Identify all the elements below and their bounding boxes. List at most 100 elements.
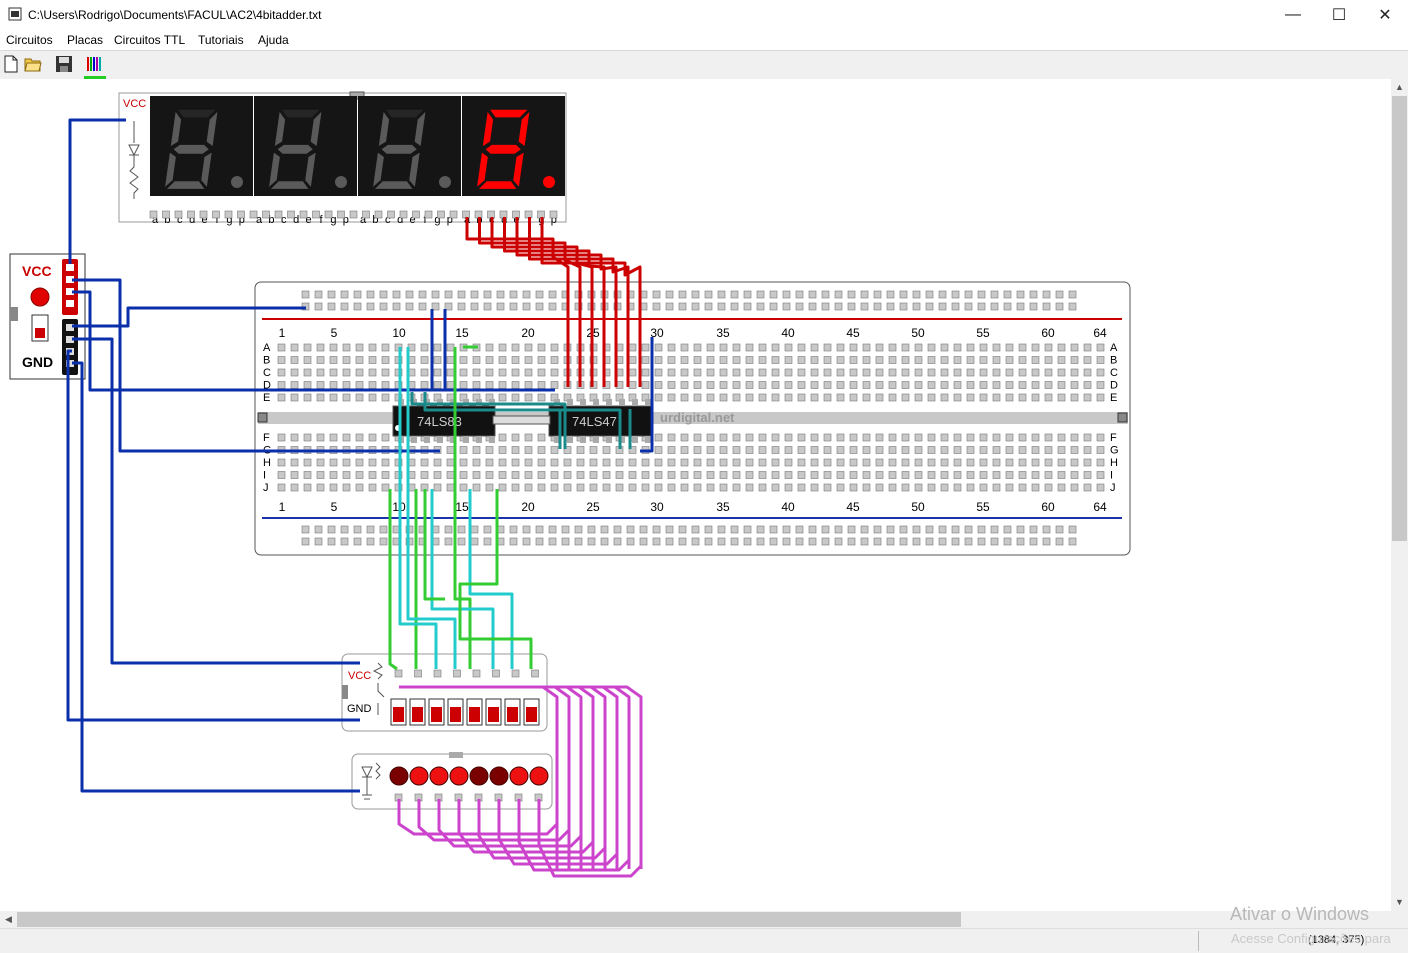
hole bbox=[810, 343, 819, 352]
hole bbox=[446, 483, 455, 492]
hole bbox=[914, 343, 923, 352]
hole bbox=[732, 393, 741, 402]
maximize-button[interactable]: ☐ bbox=[1316, 0, 1362, 30]
hole bbox=[472, 446, 481, 454]
menu-circuitos-ttl[interactable]: Circuitos TTL bbox=[114, 33, 185, 47]
column-number: 64 bbox=[1093, 326, 1107, 340]
hole bbox=[901, 433, 910, 442]
hole bbox=[537, 368, 546, 377]
column-number: 60 bbox=[1041, 500, 1055, 514]
hole bbox=[927, 471, 936, 479]
hole bbox=[277, 343, 286, 352]
scroll-up-icon[interactable]: ▲ bbox=[1391, 79, 1408, 96]
hole bbox=[719, 433, 728, 442]
hole bbox=[823, 381, 832, 389]
save-icon[interactable] bbox=[55, 55, 73, 73]
hole bbox=[1029, 302, 1038, 311]
menu-placas[interactable]: Placas bbox=[67, 33, 103, 47]
horizontal-scroll-thumb[interactable] bbox=[17, 912, 961, 927]
hole bbox=[652, 290, 661, 299]
hole bbox=[511, 483, 520, 492]
hole bbox=[1083, 343, 1092, 352]
column-number: 20 bbox=[521, 326, 535, 340]
hole bbox=[784, 433, 793, 442]
led-indicator bbox=[489, 766, 509, 786]
hole bbox=[706, 446, 715, 454]
hole bbox=[379, 537, 388, 546]
hole bbox=[925, 525, 934, 534]
circuit-canvas[interactable]: 1 1 5 5 10 10 15 15 20 20 25 25 30 30 35 35 40 40 45 45 50 50… bbox=[0, 79, 1391, 911]
hole bbox=[587, 525, 596, 534]
hole bbox=[329, 483, 338, 492]
hole bbox=[1005, 446, 1014, 454]
hole bbox=[1096, 356, 1105, 364]
new-file-icon[interactable] bbox=[2, 55, 20, 73]
hole bbox=[511, 381, 520, 389]
hole bbox=[1005, 483, 1014, 492]
hole bbox=[437, 210, 445, 219]
hole bbox=[758, 393, 767, 402]
vertical-scrollbar[interactable]: ▲ ▼ bbox=[1391, 79, 1408, 911]
column-number: 40 bbox=[781, 500, 795, 514]
hole bbox=[522, 525, 531, 534]
hole bbox=[316, 381, 325, 389]
hole bbox=[641, 356, 650, 364]
hole bbox=[769, 537, 778, 546]
hole bbox=[483, 302, 492, 311]
column-number: 45 bbox=[846, 326, 860, 340]
open-folder-icon[interactable] bbox=[24, 55, 42, 73]
close-button[interactable]: ✕ bbox=[1362, 0, 1408, 30]
menu-tutoriais[interactable]: Tutoriais bbox=[198, 33, 244, 47]
hole bbox=[537, 343, 546, 352]
hole bbox=[719, 446, 728, 454]
hole bbox=[927, 393, 936, 402]
hole bbox=[399, 210, 408, 219]
segment-g bbox=[277, 144, 313, 154]
menu-ajuda[interactable]: Ajuda bbox=[258, 33, 289, 47]
hole bbox=[862, 393, 871, 402]
hole bbox=[1005, 381, 1014, 389]
hole bbox=[758, 433, 767, 442]
hole bbox=[303, 368, 312, 377]
hole bbox=[990, 537, 999, 546]
scroll-left-icon[interactable]: ◀ bbox=[0, 911, 17, 928]
horizontal-scrollbar[interactable]: ◀ bbox=[0, 911, 1391, 928]
hole bbox=[914, 368, 923, 377]
hole bbox=[1070, 458, 1079, 467]
display-vcc-label: VCC bbox=[123, 98, 146, 110]
hole bbox=[290, 458, 299, 467]
hole bbox=[667, 356, 676, 364]
hole bbox=[862, 471, 871, 479]
hole bbox=[875, 381, 884, 389]
minimize-button[interactable]: — bbox=[1270, 0, 1316, 30]
hole bbox=[862, 343, 871, 352]
hole bbox=[199, 210, 208, 219]
hole bbox=[745, 446, 754, 454]
menu-circuitos[interactable]: Circuitos bbox=[6, 33, 53, 47]
wire-colors-icon[interactable] bbox=[86, 55, 104, 73]
hole bbox=[329, 458, 338, 467]
hole bbox=[732, 433, 741, 442]
circuit-svg[interactable]: 1155101015152020252530303535404045455050… bbox=[0, 79, 1391, 911]
hole bbox=[992, 368, 1001, 377]
hole bbox=[979, 343, 988, 352]
hole bbox=[615, 483, 624, 492]
vertical-scroll-thumb[interactable] bbox=[1392, 96, 1407, 541]
column-number: 35 bbox=[716, 326, 730, 340]
hole bbox=[1031, 471, 1040, 479]
hole bbox=[1057, 343, 1066, 352]
column-number: 10 bbox=[392, 326, 406, 340]
hole bbox=[782, 525, 791, 534]
column-number: 50 bbox=[911, 326, 925, 340]
hole bbox=[797, 446, 806, 454]
hole bbox=[992, 343, 1001, 352]
hole bbox=[758, 446, 767, 454]
hole bbox=[849, 356, 858, 364]
hole bbox=[862, 433, 871, 442]
hole bbox=[303, 393, 312, 402]
scroll-down-icon[interactable]: ▼ bbox=[1391, 894, 1408, 911]
hole bbox=[847, 302, 856, 311]
hole bbox=[756, 525, 765, 534]
hole bbox=[522, 537, 531, 546]
hole bbox=[719, 343, 728, 352]
